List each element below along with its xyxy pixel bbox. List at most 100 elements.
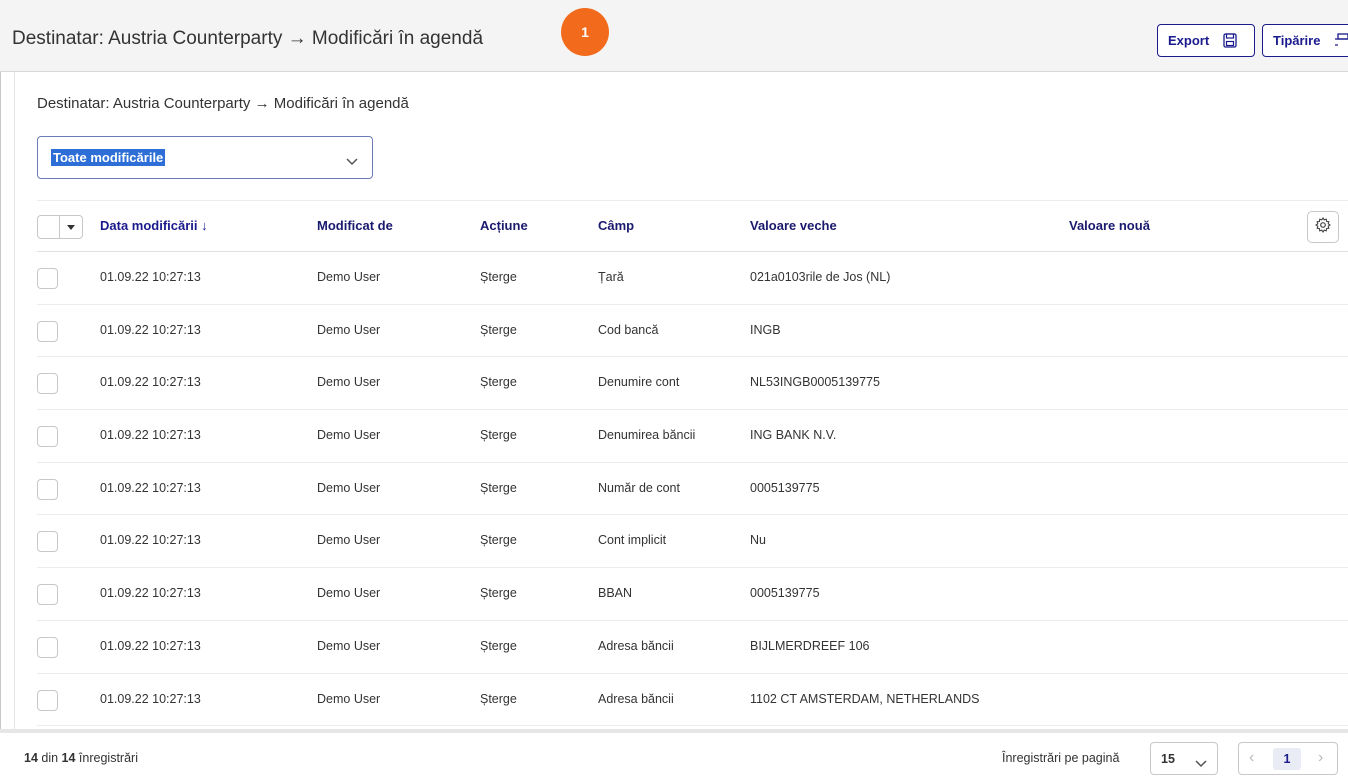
column-header-new-value[interactable]: Valoare nouă bbox=[1069, 218, 1150, 233]
column-settings-button[interactable] bbox=[1307, 211, 1339, 243]
gear-icon bbox=[1315, 216, 1331, 238]
table-row[interactable]: 01.09.22 10:27:13 Demo User Șterge Număr de… bbox=[37, 463, 1348, 516]
cell-modified-by: Demo User bbox=[317, 428, 381, 443]
cell-modified-by: Demo User bbox=[317, 322, 381, 337]
cell-old-value: ING BANK N.V. bbox=[750, 428, 837, 443]
table-row[interactable]: 01.09.22 10:27:13 Demo User Șterge Țară 021a… bbox=[37, 252, 1348, 305]
cell-date: 01.09.22 10:27:13 bbox=[100, 586, 201, 601]
table-row[interactable]: 01.09.22 10:27:13 Demo User Șterge Denumire… bbox=[37, 410, 1348, 463]
count-shown: 14 bbox=[24, 751, 38, 765]
pagination: ‹ 1 › bbox=[1238, 742, 1338, 775]
cell-date: 01.09.22 10:27:13 bbox=[100, 691, 201, 706]
table-row[interactable]: 01.09.22 10:27:13 Demo User Șterge Cod banc… bbox=[37, 305, 1348, 358]
cell-date: 01.09.22 10:27:13 bbox=[100, 638, 201, 653]
chevron-down-icon bbox=[1195, 755, 1207, 773]
cell-modified-by: Demo User bbox=[317, 691, 381, 706]
per-page-select[interactable]: 15 bbox=[1150, 742, 1218, 775]
cell-modified-by: Demo User bbox=[317, 586, 381, 601]
cell-old-value: 021a0103rile de Jos (NL) bbox=[750, 270, 891, 284]
caret-down-icon[interactable] bbox=[67, 225, 75, 230]
cell-modified-by: Demo User bbox=[317, 533, 381, 548]
column-header-field[interactable]: Câmp bbox=[598, 218, 634, 233]
cell-old-value: 0005139775 bbox=[750, 480, 820, 495]
cell-field: Adresa băncii bbox=[598, 638, 674, 653]
table-row[interactable]: 01.09.22 10:27:13 Demo User Șterge Adresa b… bbox=[37, 621, 1348, 674]
cell-action: Șterge bbox=[480, 428, 517, 443]
cell-date: 01.09.22 10:27:13 bbox=[100, 428, 201, 443]
export-button[interactable]: Export bbox=[1157, 24, 1255, 57]
page-title: Destinatar: Austria Counterparty → Modif… bbox=[12, 28, 484, 49]
cell-date: 01.09.22 10:27:13 bbox=[100, 480, 201, 495]
cell-action: Șterge bbox=[480, 322, 517, 337]
cell-action: Șterge bbox=[480, 480, 517, 495]
cell-date: 01.09.22 10:27:13 bbox=[100, 375, 201, 390]
next-page-icon[interactable]: › bbox=[1318, 749, 1323, 767]
cell-field: Denumirea băncii bbox=[598, 428, 696, 443]
cell-field: Cont implicit bbox=[598, 533, 667, 548]
cell-action: Șterge bbox=[480, 533, 517, 548]
row-checkbox[interactable] bbox=[37, 689, 58, 711]
row-checkbox[interactable] bbox=[37, 320, 58, 342]
content-panel: Destinatar: Austria Counterparty → Modif… bbox=[14, 72, 1348, 783]
table-header: Data modificării ↓ Modificat de Acțiune … bbox=[37, 200, 1348, 252]
save-icon bbox=[1223, 33, 1237, 48]
row-checkbox[interactable] bbox=[37, 531, 58, 553]
print-label: Tipărire bbox=[1273, 33, 1321, 48]
cell-action: Șterge bbox=[480, 270, 517, 284]
export-label: Export bbox=[1168, 33, 1210, 48]
cell-field: Denumire cont bbox=[598, 375, 680, 390]
cell-date: 01.09.22 10:27:13 bbox=[100, 533, 201, 548]
row-checkbox[interactable] bbox=[37, 636, 58, 658]
cell-old-value: BIJLMERDREEF 106 bbox=[750, 638, 870, 653]
cell-modified-by: Demo User bbox=[317, 638, 381, 653]
column-header-modified-by[interactable]: Modificat de bbox=[317, 218, 393, 233]
checkbox-box bbox=[38, 216, 60, 238]
row-checkbox[interactable] bbox=[37, 373, 58, 395]
table-row[interactable]: 01.09.22 10:27:13 Demo User Șterge Adresa b… bbox=[37, 674, 1348, 727]
cell-old-value: Nu bbox=[750, 533, 766, 548]
panel-title: Destinatar: Austria Counterparty → Modif… bbox=[37, 95, 409, 112]
row-checkbox[interactable] bbox=[37, 584, 58, 606]
cell-field: Adresa băncii bbox=[598, 691, 674, 706]
table-row[interactable]: 01.09.22 10:27:13 Demo User Șterge Cont imp… bbox=[37, 515, 1348, 569]
top-bar: Destinatar: Austria Counterparty → Modif… bbox=[0, 0, 1348, 72]
cell-action: Șterge bbox=[480, 586, 517, 601]
cell-date: 01.09.22 10:27:13 bbox=[100, 270, 201, 284]
cell-modified-by: Demo User bbox=[317, 480, 381, 495]
previous-page-icon[interactable]: ‹ bbox=[1249, 749, 1254, 767]
record-count: 14 din 14 înregistrări bbox=[24, 751, 138, 765]
per-page-value: 15 bbox=[1161, 752, 1175, 766]
column-header-old-value[interactable]: Valoare veche bbox=[750, 218, 837, 233]
count-total: 14 bbox=[61, 751, 76, 765]
row-checkbox[interactable] bbox=[37, 426, 58, 448]
cell-modified-by: Demo User bbox=[317, 270, 381, 284]
current-page-button[interactable]: 1 bbox=[1273, 748, 1301, 770]
table-body: 01.09.22 10:27:13 Demo User Șterge Țară 021a… bbox=[37, 252, 1348, 727]
change-filter-select[interactable]: Toate modificările bbox=[37, 136, 373, 179]
cell-field: BBAN bbox=[598, 586, 633, 601]
cell-field: Țară bbox=[598, 270, 624, 284]
table-row[interactable]: 01.09.22 10:27:13 Demo User Șterge BBAN 0005… bbox=[37, 568, 1348, 621]
cell-action: Șterge bbox=[480, 691, 517, 706]
cell-field: Cod bancă bbox=[598, 322, 659, 337]
cell-date: 01.09.22 10:27:13 bbox=[100, 322, 201, 337]
count-separator: din bbox=[37, 751, 62, 765]
column-header-date[interactable]: Data modificării ↓ bbox=[100, 218, 208, 233]
table-footer: 14 din 14 înregistrări Înregistrări pe p… bbox=[0, 729, 1348, 783]
cell-action: Șterge bbox=[480, 375, 517, 390]
row-checkbox[interactable] bbox=[37, 478, 58, 500]
print-button[interactable]: Tipărire bbox=[1262, 24, 1348, 57]
printer-icon bbox=[1334, 33, 1348, 48]
changes-table: Data modificării ↓ Modificat de Acțiune … bbox=[37, 200, 1348, 727]
table-row[interactable]: 01.09.22 10:27:13 Demo User Șterge Denumire… bbox=[37, 357, 1348, 411]
cell-old-value: NL53INGB0005139775 bbox=[750, 375, 880, 390]
step-badge: 1 bbox=[561, 8, 609, 56]
select-all-checkbox[interactable] bbox=[37, 215, 83, 239]
cell-field: Număr de cont bbox=[598, 480, 680, 495]
filter-selected-value: Toate modificările bbox=[51, 149, 166, 166]
cell-modified-by: Demo User bbox=[317, 375, 381, 390]
chevron-down-icon bbox=[346, 153, 358, 171]
column-header-action[interactable]: Acțiune bbox=[480, 218, 528, 233]
cell-old-value: 0005139775 bbox=[750, 586, 820, 601]
row-checkbox[interactable] bbox=[37, 268, 58, 289]
